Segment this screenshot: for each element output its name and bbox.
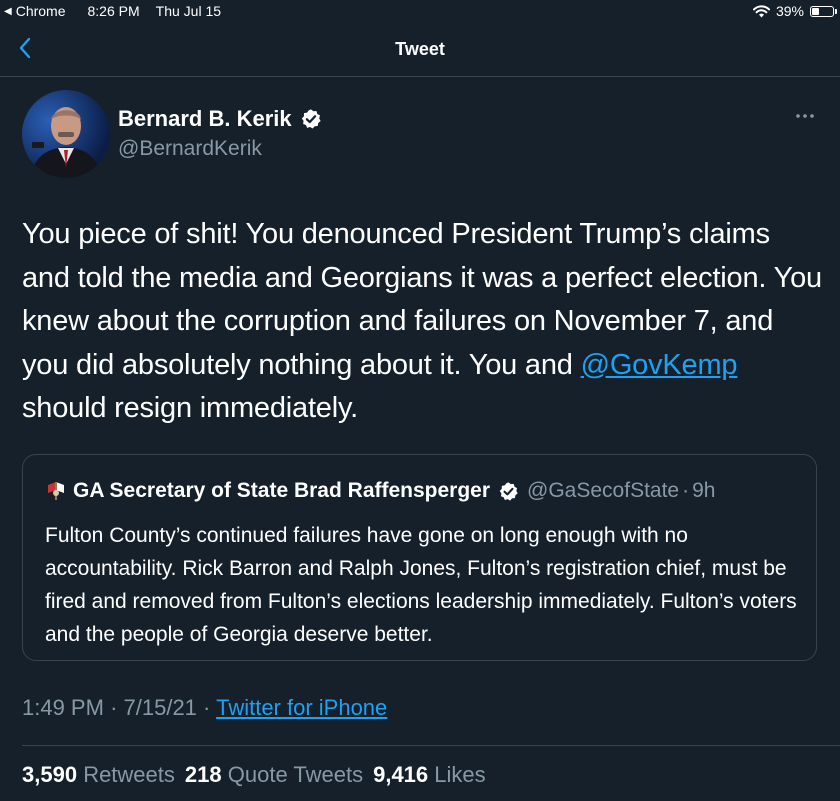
quote-tweets-stat[interactable]: 218 Quote Tweets bbox=[185, 762, 363, 788]
mention-link[interactable]: @GovKemp bbox=[581, 349, 738, 381]
tweet-text-part-2: should resign immediately. bbox=[22, 392, 358, 424]
quoted-separator: · bbox=[682, 479, 690, 502]
tweet-page: ◀ Chrome 8:26 PM Thu Jul 15 39% Tweet Be… bbox=[0, 0, 840, 801]
tweet-text: You piece of shit! You denounced Preside… bbox=[22, 213, 822, 431]
status-bar: ◀ Chrome 8:26 PM Thu Jul 15 39% bbox=[0, 0, 840, 22]
quoted-tweet[interactable]: GA Secretary of State Brad Raffensperger… bbox=[22, 454, 817, 661]
status-bar-left: ◀ Chrome 8:26 PM Thu Jul 15 bbox=[4, 3, 221, 19]
tweet-source-link[interactable]: Twitter for iPhone bbox=[216, 695, 387, 720]
retweets-stat[interactable]: 3,590 Retweets bbox=[22, 762, 175, 788]
likes-label: Likes bbox=[434, 762, 486, 787]
meta-separator: · bbox=[110, 695, 118, 720]
tweet-time: 1:49 PM bbox=[22, 695, 104, 720]
status-time: 8:26 PM bbox=[87, 3, 140, 19]
battery-percent: 39% bbox=[775, 3, 804, 19]
status-bar-right: 39% bbox=[752, 3, 837, 19]
quoted-tweet-text: Fulton County’s continued failures have … bbox=[45, 524, 797, 646]
back-to-app-label[interactable]: Chrome bbox=[16, 3, 66, 19]
quote-tweets-count: 218 bbox=[184, 762, 222, 787]
page-title: Tweet bbox=[395, 39, 445, 59]
quoted-timestamp: 9h bbox=[692, 479, 716, 502]
author-name[interactable]: Bernard B. Kerik bbox=[118, 106, 322, 132]
wifi-icon bbox=[752, 4, 770, 17]
tweet-stats: 3,590 Retweets 218 Quote Tweets 9,416 Li… bbox=[22, 762, 486, 788]
battery-icon bbox=[810, 5, 837, 17]
likes-stat[interactable]: 9,416 Likes bbox=[373, 762, 486, 788]
quoted-verified-badge-icon bbox=[499, 481, 518, 501]
quoted-tweet-header: GA Secretary of State Brad Raffensperger… bbox=[45, 479, 715, 503]
quote-tweets-label: Quote Tweets bbox=[227, 762, 364, 787]
author-photo bbox=[22, 90, 110, 178]
status-date: Thu Jul 15 bbox=[155, 3, 222, 19]
quoted-author-avatar[interactable] bbox=[45, 480, 67, 502]
divider bbox=[22, 745, 840, 746]
verified-badge-icon bbox=[301, 109, 321, 129]
retweets-count: 3,590 bbox=[22, 762, 78, 787]
author-handle[interactable]: @BernardKerik bbox=[118, 137, 262, 161]
likes-count: 9,416 bbox=[373, 762, 429, 787]
author-avatar[interactable] bbox=[22, 90, 110, 178]
tweet-date: 7/15/21 bbox=[123, 695, 197, 720]
back-to-app-icon[interactable]: ◀ bbox=[4, 6, 12, 17]
meta-separator-2: · bbox=[203, 695, 211, 720]
tweet-meta: 1:49 PM · 7/15/21 · Twitter for iPhone bbox=[22, 695, 387, 721]
author-name-text[interactable]: Bernard B. Kerik bbox=[118, 106, 292, 132]
retweets-label: Retweets bbox=[83, 762, 175, 787]
more-options-button[interactable] bbox=[792, 106, 818, 126]
quoted-author-name[interactable]: GA Secretary of State Brad Raffensperger bbox=[73, 479, 490, 503]
quoted-author-handle[interactable]: @GaSecofState bbox=[527, 479, 679, 503]
more-dots-icon bbox=[796, 114, 814, 118]
nav-bar: Tweet bbox=[0, 22, 840, 77]
